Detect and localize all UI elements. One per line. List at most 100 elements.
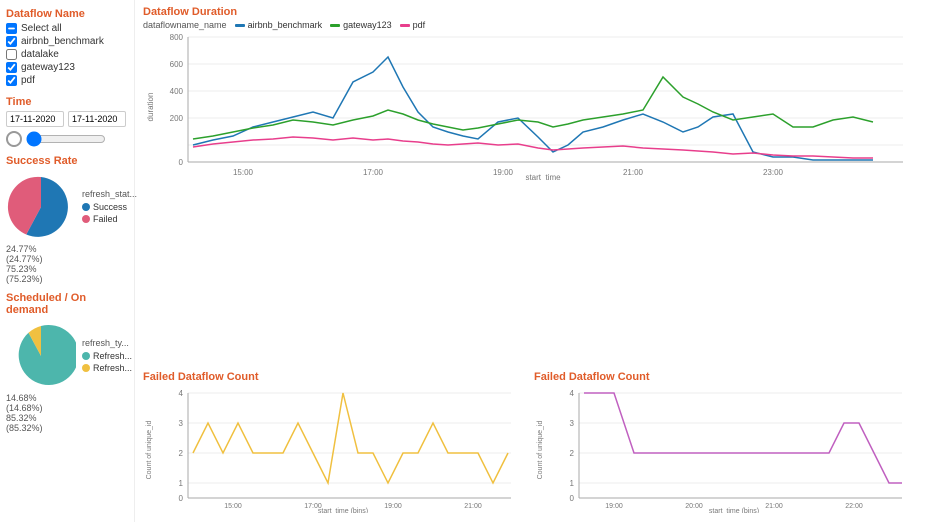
dataflow-checkboxes: Select all airbnb_benchmark datalake gatewa…: [6, 23, 128, 86]
svg-text:duration: duration: [146, 93, 155, 122]
success-legend-item: Success: [82, 202, 137, 212]
refresh2-label: Refresh...: [93, 363, 132, 373]
bottom-charts: Failed Dataflow Count 4 3 2 1 0 Count of…: [143, 371, 917, 516]
duration-svg: 800 600 400 200 0 duration 15:00 17:00 1…: [143, 32, 913, 180]
success-rate-title: Success Rate: [6, 155, 128, 167]
scheduled-section: Scheduled / On demand refresh_ty... Refr…: [6, 292, 128, 433]
failed-pct-label: 24.77%: [6, 244, 128, 254]
failed-count-title: Failed Dataflow Count: [143, 371, 526, 383]
svg-text:400: 400: [170, 87, 184, 96]
duration-legend-row: dataflowname_name airbnb_benchmark gatew…: [143, 20, 917, 30]
svg-text:15:00: 15:00: [224, 503, 242, 510]
duration-chart-title: Dataflow Duration: [143, 6, 917, 18]
success-dot: [82, 203, 90, 211]
svg-text:800: 800: [170, 33, 184, 42]
checkbox-datalake[interactable]: [6, 49, 17, 60]
scheduled-pie-wrapper: refresh_ty... Refresh... Refresh...: [6, 321, 128, 391]
pdf-line: [193, 137, 873, 158]
date-range: [6, 111, 128, 127]
scheduled-pie-labels: 14.68% (14.68%) 85.32% (85.32%): [6, 393, 128, 433]
checkbox-label-2: datalake: [21, 49, 59, 60]
svg-text:Count of unique_id: Count of unique_id: [537, 421, 544, 480]
duration-chart-container: Dataflow Duration dataflowname_name airb…: [143, 6, 917, 365]
failed-count2-chart-container: Failed Dataflow Count 4 3 2 1 0 Count of…: [534, 371, 917, 516]
checkbox-label-4: pdf: [21, 75, 35, 86]
airbnb-legend-label: airbnb_benchmark: [248, 20, 323, 30]
checkbox-gateway123[interactable]: [6, 62, 17, 73]
svg-text:22:00: 22:00: [845, 503, 863, 510]
failed-count2-svg: 4 3 2 1 0 Count of unique_id 19:00 20:00…: [534, 385, 909, 513]
svg-text:3: 3: [179, 419, 184, 428]
svg-text:start_time (bins): start_time (bins): [318, 508, 368, 513]
svg-text:19:00: 19:00: [384, 503, 402, 510]
failed-val-label: (24.77%): [6, 254, 128, 264]
scheduled-pie-chart: [6, 321, 76, 391]
success-label: Success: [93, 202, 127, 212]
checkbox-airbnb_benchmark[interactable]: [6, 36, 17, 47]
checkbox-item-3: gateway123: [6, 62, 128, 73]
svg-text:15:00: 15:00: [233, 168, 254, 177]
checkbox-label-1: airbnb_benchmark: [21, 36, 104, 47]
pdf-legend: pdf: [400, 20, 426, 30]
time-slider-container: [6, 131, 128, 147]
duration-legend-name-label: dataflowname_name: [143, 20, 227, 30]
svg-text:2: 2: [570, 449, 575, 458]
failed-count-svg: 4 3 2 1 0 Count of unique_id 15:00 17:00…: [143, 385, 518, 513]
scheduled-title: Scheduled / On demand: [6, 292, 128, 316]
failed-dot: [82, 215, 90, 223]
refresh1-legend-item: Refresh...: [82, 351, 132, 361]
failed-label: Failed: [93, 214, 118, 224]
refresh2-val-label: (14.68%): [6, 403, 128, 413]
success-rate-section: Success Rate refresh_stat... Success: [6, 155, 128, 284]
checkbox-item-0: Select all: [6, 23, 128, 34]
airbnb-line: [193, 57, 873, 160]
checkbox-label-3: gateway123: [21, 62, 75, 73]
failed-legend-item: Failed: [82, 214, 137, 224]
svg-text:1: 1: [179, 479, 184, 488]
airbnb-legend-dot: [235, 24, 245, 27]
failed-count2-title: Failed Dataflow Count: [534, 371, 917, 383]
success-val-label: (75.23%): [6, 274, 128, 284]
refresh1-val-label: (85.32%): [6, 423, 128, 433]
svg-text:1: 1: [570, 479, 575, 488]
failed-count-line: [193, 393, 508, 483]
svg-text:20:00: 20:00: [685, 503, 703, 510]
refresh2-legend-item: Refresh...: [82, 363, 132, 373]
svg-text:21:00: 21:00: [464, 503, 482, 510]
success-pie-wrapper: refresh_stat... Success Failed: [6, 172, 128, 242]
svg-text:19:00: 19:00: [493, 168, 514, 177]
success-legend: refresh_stat... Success Failed: [82, 189, 137, 226]
svg-text:600: 600: [170, 60, 184, 69]
gateway-legend-label: gateway123: [343, 20, 392, 30]
svg-text:0: 0: [570, 494, 575, 503]
svg-text:4: 4: [570, 389, 575, 398]
checkbox-select-all[interactable]: [6, 23, 17, 34]
checkbox-item-2: datalake: [6, 49, 128, 60]
gateway-line: [193, 77, 873, 139]
svg-text:start_time (bins): start_time (bins): [709, 508, 759, 513]
svg-text:4: 4: [179, 389, 184, 398]
svg-text:19:00: 19:00: [605, 503, 623, 510]
svg-text:21:00: 21:00: [765, 503, 783, 510]
success-pct-label: 75.23%: [6, 264, 128, 274]
svg-text:0: 0: [179, 158, 184, 167]
refresh1-pct-label: 85.32%: [6, 413, 128, 423]
failed-count2-line: [584, 393, 902, 483]
refresh2-dot: [82, 364, 90, 372]
checkbox-pdf[interactable]: [6, 75, 17, 86]
svg-text:2: 2: [179, 449, 184, 458]
success-pie-chart: [6, 172, 76, 242]
svg-text:Count of unique_id: Count of unique_id: [146, 421, 153, 480]
success-pie-labels: 24.77% (24.77%) 75.23% (75.23%): [6, 244, 128, 284]
time-slider[interactable]: [26, 131, 106, 147]
checkbox-item-4: pdf: [6, 75, 128, 86]
refresh1-label: Refresh...: [93, 351, 132, 361]
date-from-input[interactable]: [6, 111, 64, 127]
pdf-legend-label: pdf: [413, 20, 426, 30]
slider-handle[interactable]: [6, 131, 22, 147]
pdf-legend-dot: [400, 24, 410, 27]
gateway-legend: gateway123: [330, 20, 392, 30]
sidebar: Dataflow Name Select allairbnb_benchmark…: [0, 0, 135, 522]
date-to-input[interactable]: [68, 111, 126, 127]
refresh-ty-label: refresh_ty...: [82, 338, 132, 348]
